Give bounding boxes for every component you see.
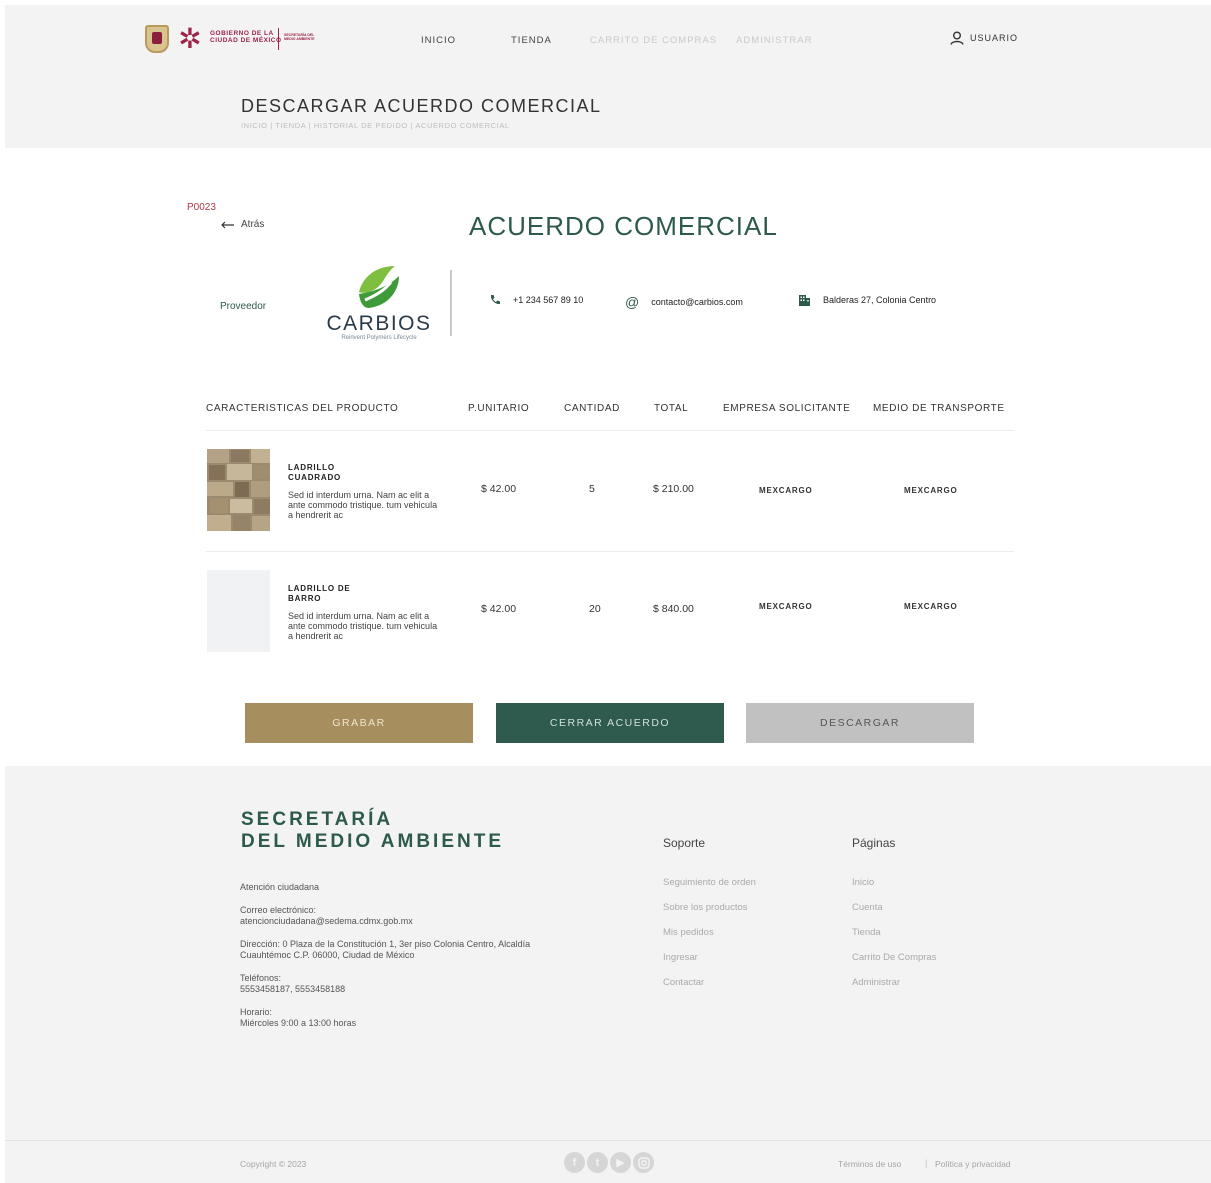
email-value[interactable]: contacto@carbios.com — [651, 297, 743, 307]
provider-label: Proveedor — [220, 301, 267, 312]
nav-carrito[interactable]: CARRITO DE COMPRAS — [590, 35, 717, 46]
footer-link-inicio[interactable]: Inicio — [852, 877, 874, 888]
product-image-placeholder — [207, 570, 270, 652]
footer-address: Dirección: 0 Plaza de la Constitución 1,… — [240, 939, 531, 960]
product-name: LADRILLO DE BARRO — [288, 584, 351, 603]
logo-divider — [278, 28, 279, 50]
th-company: EMPRESA SOLICITANTE — [723, 403, 851, 414]
quantity: 5 — [589, 483, 595, 495]
agreement-title: ACUERDO COMERCIAL — [469, 211, 778, 241]
company: MEXCARGO — [759, 602, 813, 611]
twitter-icon[interactable]: t — [587, 1152, 608, 1173]
table-divider — [206, 551, 1014, 552]
cdmx-logo-icon[interactable]: ✲ — [176, 25, 204, 53]
carbios-leaf-icon — [359, 266, 399, 308]
gov-logo-text: GOBIERNO DE LA CIUDAD DE MÉXICO — [210, 30, 282, 44]
footer-schedule: Horario: Miércoles 9:00 a 13:00 horas — [240, 1007, 357, 1028]
th-quantity: CANTIDAD — [564, 403, 620, 414]
footer-support-title: Soporte — [663, 836, 706, 850]
footer-phones: Teléfonos: 5553458187, 5553458188 — [240, 973, 346, 994]
youtube-icon[interactable]: ▶ — [610, 1152, 631, 1173]
provider-name: CARBIOS — [326, 312, 432, 335]
download-button[interactable]: DESCARGAR — [746, 703, 974, 743]
th-total: TOTAL — [654, 403, 689, 414]
provider-address: Balderas 27, Colonia Centro — [798, 294, 936, 306]
secretaria-logo-text: SECRETARÍA DEL MEDIO AMBIENTE — [284, 33, 315, 41]
page-title: DESCARGAR ACUERDO COMERCIAL — [241, 96, 602, 116]
product-name: LADRILLO CUADRADO — [288, 463, 342, 482]
footer-link-carrito[interactable]: Carrito De Compras — [852, 952, 936, 963]
coat-of-arms-logo — [145, 25, 169, 53]
instagram-icon[interactable] — [633, 1152, 654, 1173]
phone-icon — [490, 295, 500, 305]
product-image-ladrillo-cuadrado — [207, 449, 270, 531]
arrow-left-icon — [221, 221, 234, 228]
th-product: CARACTERISTICAS DEL PRODUCTO — [206, 403, 399, 414]
unit-price: $ 42.00 — [481, 603, 517, 615]
unit-price: $ 42.00 — [481, 483, 517, 495]
th-unit-price: P.UNITARIO — [468, 403, 530, 414]
product-description: Sed id interdum urna. Nam ac elit a ante… — [288, 490, 438, 520]
user-menu[interactable]: USUARIO — [950, 31, 1018, 45]
footer-divider — [5, 1140, 1211, 1141]
footer-link-products[interactable]: Sobre los productos — [663, 902, 748, 913]
footer-link-contact[interactable]: Contactar — [663, 977, 704, 988]
transport: MEXCARGO — [904, 602, 958, 611]
nav-tienda[interactable]: TIENDA — [511, 35, 552, 46]
footer: SECRETARÍA DEL MEDIO AMBIENTE Atención c… — [5, 766, 1211, 1183]
social-links: f t ▶ — [564, 1152, 654, 1173]
footer-link-my-orders[interactable]: Mis pedidos — [663, 927, 714, 938]
table-divider — [206, 430, 1014, 431]
save-button[interactable]: GRABAR — [245, 703, 473, 743]
breadcrumb[interactable]: INICIO | TIENDA | HISTORIAL DE PEDIDO | … — [241, 121, 510, 130]
at-sign-icon: @ — [625, 294, 640, 310]
quantity: 20 — [589, 603, 601, 615]
product-description: Sed id interdum urna. Nam ac elit a ante… — [288, 611, 438, 641]
back-link[interactable]: Atrás — [221, 219, 264, 230]
footer-link-login[interactable]: Ingresar — [663, 952, 698, 963]
footer-link-cuenta[interactable]: Cuenta — [852, 902, 883, 913]
facebook-icon[interactable]: f — [564, 1152, 585, 1173]
nav-administrar[interactable]: ADMINISTRAR — [736, 35, 812, 46]
footer-email: Correo electrónico: atencionciudadana@se… — [240, 905, 413, 926]
provider-divider — [450, 270, 452, 336]
provider-logo: CARBIOS Reinvent Polymers Lifecycle — [325, 262, 433, 348]
user-label: USUARIO — [970, 33, 1019, 43]
footer-attention: Atención ciudadana — [240, 882, 320, 892]
building-icon — [799, 295, 810, 306]
footer-brand: SECRETARÍA DEL MEDIO AMBIENTE — [241, 809, 505, 852]
close-agreement-button[interactable]: CERRAR ACUERDO — [496, 703, 724, 743]
total: $ 210.00 — [653, 483, 694, 495]
th-transport: MEDIO DE TRANSPORTE — [873, 403, 1005, 414]
footer-pages-title: Páginas — [852, 836, 896, 850]
footer-link-administrar[interactable]: Administrar — [852, 977, 900, 988]
terms-link[interactable]: Términos de uso — [838, 1159, 901, 1169]
transport: MEXCARGO — [904, 486, 958, 495]
company: MEXCARGO — [759, 486, 813, 495]
provider-tagline: Reinvent Polymers Lifecycle — [341, 335, 417, 341]
footer-link-tienda[interactable]: Tienda — [852, 927, 881, 938]
phone-value: +1 234 567 89 10 — [513, 295, 584, 305]
back-label: Atrás — [241, 219, 265, 230]
total: $ 840.00 — [653, 603, 694, 615]
nav-inicio[interactable]: INICIO — [421, 35, 456, 46]
address-value: Balderas 27, Colonia Centro — [823, 295, 937, 305]
order-code: P0023 — [187, 202, 216, 213]
user-icon — [950, 31, 964, 45]
copyright: Copyright © 2023 — [240, 1159, 307, 1169]
legal-separator: | — [925, 1158, 928, 1168]
provider-phone: +1 234 567 89 10 — [489, 294, 583, 306]
privacy-link[interactable]: Política y privacidad — [935, 1159, 1011, 1169]
provider-email: @ contacto@carbios.com — [625, 294, 743, 310]
footer-link-order-tracking[interactable]: Seguimiento de orden — [663, 877, 756, 888]
